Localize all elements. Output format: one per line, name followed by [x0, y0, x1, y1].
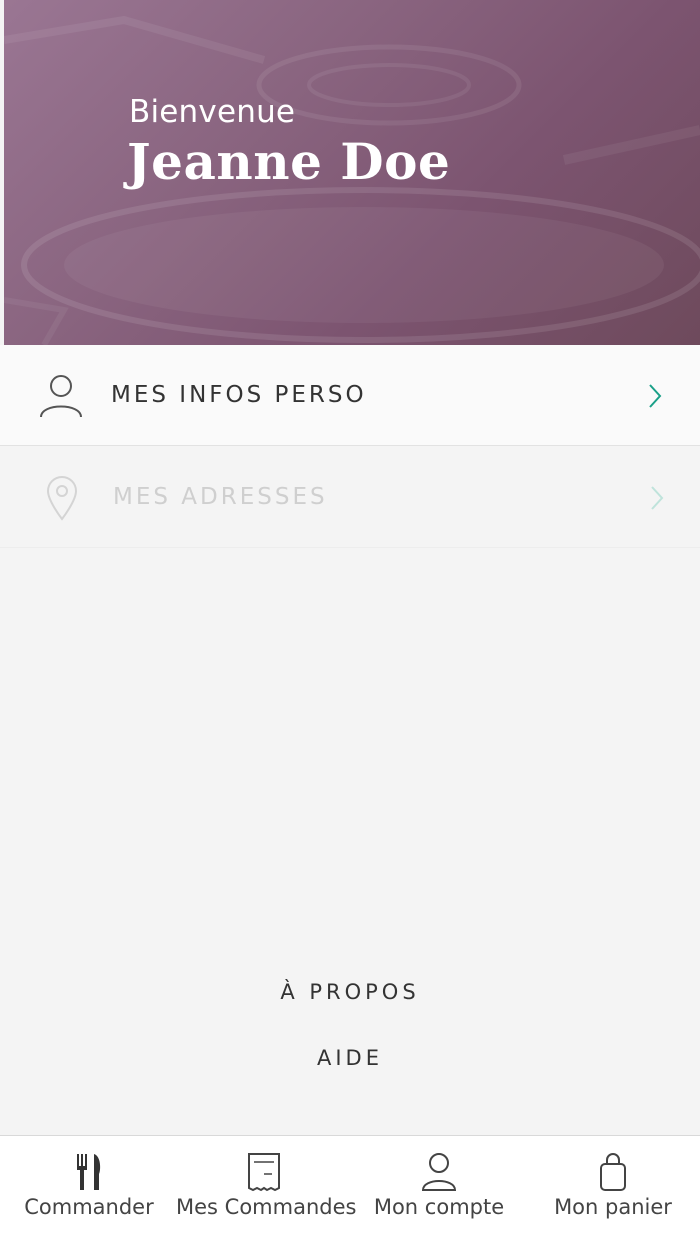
help-link[interactable]: AIDE — [0, 1046, 700, 1070]
user-icon — [38, 373, 84, 419]
profile-header-banner: Bienvenue Jeanne Doe — [4, 0, 700, 345]
fork-knife-icon — [75, 1152, 103, 1197]
tab-label: Mon panier — [554, 1195, 672, 1219]
user-name: Jeanne Doe — [127, 132, 451, 191]
menu-item-label: MES ADRESSES — [113, 484, 328, 510]
tab-label: Commander — [24, 1195, 154, 1219]
tab-label: Mon compte — [373, 1195, 505, 1219]
tab-commander[interactable]: Commander — [14, 1136, 164, 1244]
about-link[interactable]: À PROPOS — [0, 980, 700, 1004]
tab-label: Mes Commandes — [176, 1195, 357, 1219]
tab-mes-commandes[interactable]: Mes Commandes — [176, 1136, 357, 1244]
shopping-bag-icon — [597, 1152, 629, 1197]
tab-mon-compte[interactable]: Mon compte — [364, 1136, 514, 1244]
welcome-text: Bienvenue — [129, 94, 296, 130]
receipt-icon — [247, 1152, 281, 1197]
chevron-right-icon — [644, 381, 666, 411]
menu-item-mes-adresses[interactable]: MES ADRESSES — [0, 447, 700, 548]
tab-mon-panier[interactable]: Mon panier — [538, 1136, 688, 1244]
user-icon — [421, 1152, 457, 1197]
location-pin-icon — [38, 475, 84, 521]
bottom-tab-bar: Commander Mes Commandes Mon compte Mon p… — [0, 1135, 700, 1244]
menu-item-mes-infos-perso[interactable]: MES INFOS PERSO — [0, 345, 700, 446]
menu-item-label: MES INFOS PERSO — [111, 382, 367, 408]
chevron-right-icon — [644, 483, 666, 513]
